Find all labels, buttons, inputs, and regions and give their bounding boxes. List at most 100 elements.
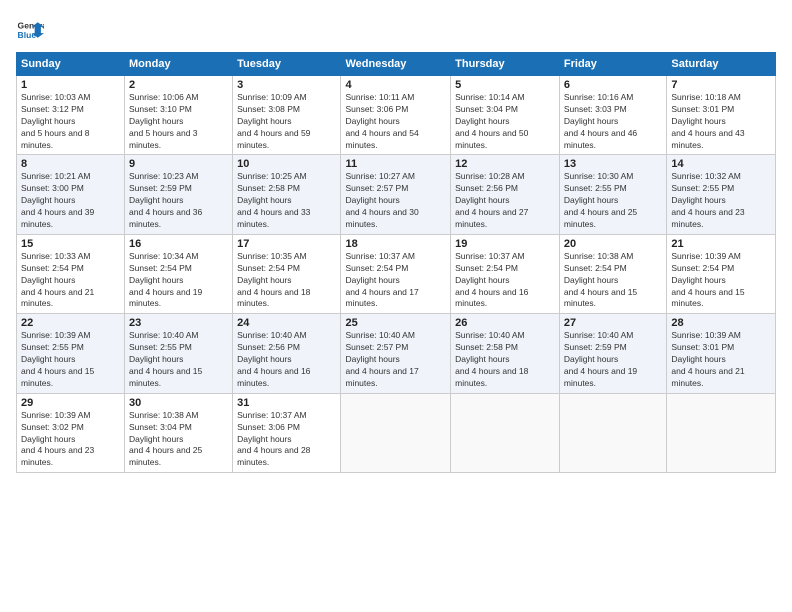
day-info: Sunrise: 10:14 AMSunset: 3:04 PMDaylight… <box>455 92 555 151</box>
day-number: 22 <box>21 317 120 329</box>
day-number: 8 <box>21 158 120 170</box>
day-info: Sunrise: 10:34 AMSunset: 2:54 PMDaylight… <box>129 251 228 310</box>
calendar-page: General Blue SundayMondayTuesdayWednesda… <box>0 0 792 612</box>
calendar-cell: 4 Sunrise: 10:11 AMSunset: 3:06 PMDaylig… <box>341 76 451 155</box>
day-number: 1 <box>21 79 120 91</box>
day-number: 27 <box>564 317 662 329</box>
weekday-sunday: Sunday <box>17 53 125 76</box>
calendar-cell: 14 Sunrise: 10:32 AMSunset: 2:55 PMDayli… <box>667 155 776 234</box>
calendar-cell: 9 Sunrise: 10:23 AMSunset: 2:59 PMDaylig… <box>125 155 233 234</box>
day-info: Sunrise: 10:38 AMSunset: 2:54 PMDaylight… <box>564 251 662 310</box>
calendar-cell: 19 Sunrise: 10:37 AMSunset: 2:54 PMDayli… <box>451 234 560 313</box>
day-number: 17 <box>237 238 336 250</box>
day-number: 13 <box>564 158 662 170</box>
day-number: 28 <box>671 317 771 329</box>
day-info: Sunrise: 10:40 AMSunset: 2:59 PMDaylight… <box>564 330 662 389</box>
day-number: 10 <box>237 158 336 170</box>
day-info: Sunrise: 10:32 AMSunset: 2:55 PMDaylight… <box>671 171 771 230</box>
calendar-cell: 12 Sunrise: 10:28 AMSunset: 2:56 PMDayli… <box>451 155 560 234</box>
day-info: Sunrise: 10:40 AMSunset: 2:56 PMDaylight… <box>237 330 336 389</box>
day-number: 4 <box>345 79 446 91</box>
day-number: 11 <box>345 158 446 170</box>
day-info: Sunrise: 10:40 AMSunset: 2:55 PMDaylight… <box>129 330 228 389</box>
day-info: Sunrise: 10:38 AMSunset: 3:04 PMDaylight… <box>129 410 228 469</box>
day-number: 25 <box>345 317 446 329</box>
day-info: Sunrise: 10:39 AMSunset: 3:01 PMDaylight… <box>671 330 771 389</box>
calendar-cell: 28 Sunrise: 10:39 AMSunset: 3:01 PMDayli… <box>667 314 776 393</box>
day-info: Sunrise: 10:28 AMSunset: 2:56 PMDaylight… <box>455 171 555 230</box>
calendar-week-5: 29 Sunrise: 10:39 AMSunset: 3:02 PMDayli… <box>17 393 776 472</box>
day-info: Sunrise: 10:40 AMSunset: 2:57 PMDaylight… <box>345 330 446 389</box>
day-info: Sunrise: 10:18 AMSunset: 3:01 PMDaylight… <box>671 92 771 151</box>
day-info: Sunrise: 10:39 AMSunset: 3:02 PMDaylight… <box>21 410 120 469</box>
calendar-cell: 5 Sunrise: 10:14 AMSunset: 3:04 PMDaylig… <box>451 76 560 155</box>
calendar-cell: 16 Sunrise: 10:34 AMSunset: 2:54 PMDayli… <box>125 234 233 313</box>
calendar-cell: 24 Sunrise: 10:40 AMSunset: 2:56 PMDayli… <box>233 314 341 393</box>
day-info: Sunrise: 10:03 AMSunset: 3:12 PMDaylight… <box>21 92 120 151</box>
weekday-monday: Monday <box>125 53 233 76</box>
weekday-wednesday: Wednesday <box>341 53 451 76</box>
day-number: 12 <box>455 158 555 170</box>
day-info: Sunrise: 10:37 AMSunset: 3:06 PMDaylight… <box>237 410 336 469</box>
day-info: Sunrise: 10:27 AMSunset: 2:57 PMDaylight… <box>345 171 446 230</box>
day-info: Sunrise: 10:11 AMSunset: 3:06 PMDaylight… <box>345 92 446 151</box>
calendar-cell: 23 Sunrise: 10:40 AMSunset: 2:55 PMDayli… <box>125 314 233 393</box>
day-info: Sunrise: 10:23 AMSunset: 2:59 PMDaylight… <box>129 171 228 230</box>
weekday-friday: Friday <box>559 53 666 76</box>
day-info: Sunrise: 10:37 AMSunset: 2:54 PMDaylight… <box>345 251 446 310</box>
day-number: 23 <box>129 317 228 329</box>
day-number: 9 <box>129 158 228 170</box>
day-number: 31 <box>237 397 336 409</box>
calendar-cell: 27 Sunrise: 10:40 AMSunset: 2:59 PMDayli… <box>559 314 666 393</box>
day-number: 18 <box>345 238 446 250</box>
logo-icon: General Blue <box>16 16 44 44</box>
day-info: Sunrise: 10:09 AMSunset: 3:08 PMDaylight… <box>237 92 336 151</box>
calendar-cell: 18 Sunrise: 10:37 AMSunset: 2:54 PMDayli… <box>341 234 451 313</box>
calendar-cell: 10 Sunrise: 10:25 AMSunset: 2:58 PMDayli… <box>233 155 341 234</box>
day-info: Sunrise: 10:25 AMSunset: 2:58 PMDaylight… <box>237 171 336 230</box>
day-number: 16 <box>129 238 228 250</box>
calendar-table: SundayMondayTuesdayWednesdayThursdayFrid… <box>16 52 776 473</box>
calendar-cell: 25 Sunrise: 10:40 AMSunset: 2:57 PMDayli… <box>341 314 451 393</box>
day-info: Sunrise: 10:39 AMSunset: 2:55 PMDaylight… <box>21 330 120 389</box>
day-number: 3 <box>237 79 336 91</box>
weekday-header-row: SundayMondayTuesdayWednesdayThursdayFrid… <box>17 53 776 76</box>
day-number: 30 <box>129 397 228 409</box>
day-number: 14 <box>671 158 771 170</box>
calendar-cell: 1 Sunrise: 10:03 AMSunset: 3:12 PMDaylig… <box>17 76 125 155</box>
calendar-cell: 15 Sunrise: 10:33 AMSunset: 2:54 PMDayli… <box>17 234 125 313</box>
svg-text:Blue: Blue <box>18 30 37 40</box>
day-info: Sunrise: 10:06 AMSunset: 3:10 PMDaylight… <box>129 92 228 151</box>
day-number: 7 <box>671 79 771 91</box>
day-info: Sunrise: 10:39 AMSunset: 2:54 PMDaylight… <box>671 251 771 310</box>
calendar-cell: 26 Sunrise: 10:40 AMSunset: 2:58 PMDayli… <box>451 314 560 393</box>
calendar-cell: 21 Sunrise: 10:39 AMSunset: 2:54 PMDayli… <box>667 234 776 313</box>
day-info: Sunrise: 10:30 AMSunset: 2:55 PMDaylight… <box>564 171 662 230</box>
calendar-week-4: 22 Sunrise: 10:39 AMSunset: 2:55 PMDayli… <box>17 314 776 393</box>
page-header: General Blue <box>16 16 776 44</box>
calendar-cell: 29 Sunrise: 10:39 AMSunset: 3:02 PMDayli… <box>17 393 125 472</box>
weekday-tuesday: Tuesday <box>233 53 341 76</box>
calendar-cell: 2 Sunrise: 10:06 AMSunset: 3:10 PMDaylig… <box>125 76 233 155</box>
calendar-cell: 6 Sunrise: 10:16 AMSunset: 3:03 PMDaylig… <box>559 76 666 155</box>
day-info: Sunrise: 10:33 AMSunset: 2:54 PMDaylight… <box>21 251 120 310</box>
day-number: 5 <box>455 79 555 91</box>
day-number: 26 <box>455 317 555 329</box>
calendar-cell: 31 Sunrise: 10:37 AMSunset: 3:06 PMDayli… <box>233 393 341 472</box>
weekday-thursday: Thursday <box>451 53 560 76</box>
calendar-week-3: 15 Sunrise: 10:33 AMSunset: 2:54 PMDayli… <box>17 234 776 313</box>
day-info: Sunrise: 10:35 AMSunset: 2:54 PMDaylight… <box>237 251 336 310</box>
day-number: 15 <box>21 238 120 250</box>
calendar-cell <box>451 393 560 472</box>
calendar-week-1: 1 Sunrise: 10:03 AMSunset: 3:12 PMDaylig… <box>17 76 776 155</box>
day-info: Sunrise: 10:16 AMSunset: 3:03 PMDaylight… <box>564 92 662 151</box>
day-number: 24 <box>237 317 336 329</box>
calendar-cell <box>667 393 776 472</box>
day-number: 2 <box>129 79 228 91</box>
calendar-cell <box>559 393 666 472</box>
calendar-cell: 8 Sunrise: 10:21 AMSunset: 3:00 PMDaylig… <box>17 155 125 234</box>
day-number: 29 <box>21 397 120 409</box>
calendar-cell: 13 Sunrise: 10:30 AMSunset: 2:55 PMDayli… <box>559 155 666 234</box>
calendar-cell: 20 Sunrise: 10:38 AMSunset: 2:54 PMDayli… <box>559 234 666 313</box>
calendar-cell: 7 Sunrise: 10:18 AMSunset: 3:01 PMDaylig… <box>667 76 776 155</box>
